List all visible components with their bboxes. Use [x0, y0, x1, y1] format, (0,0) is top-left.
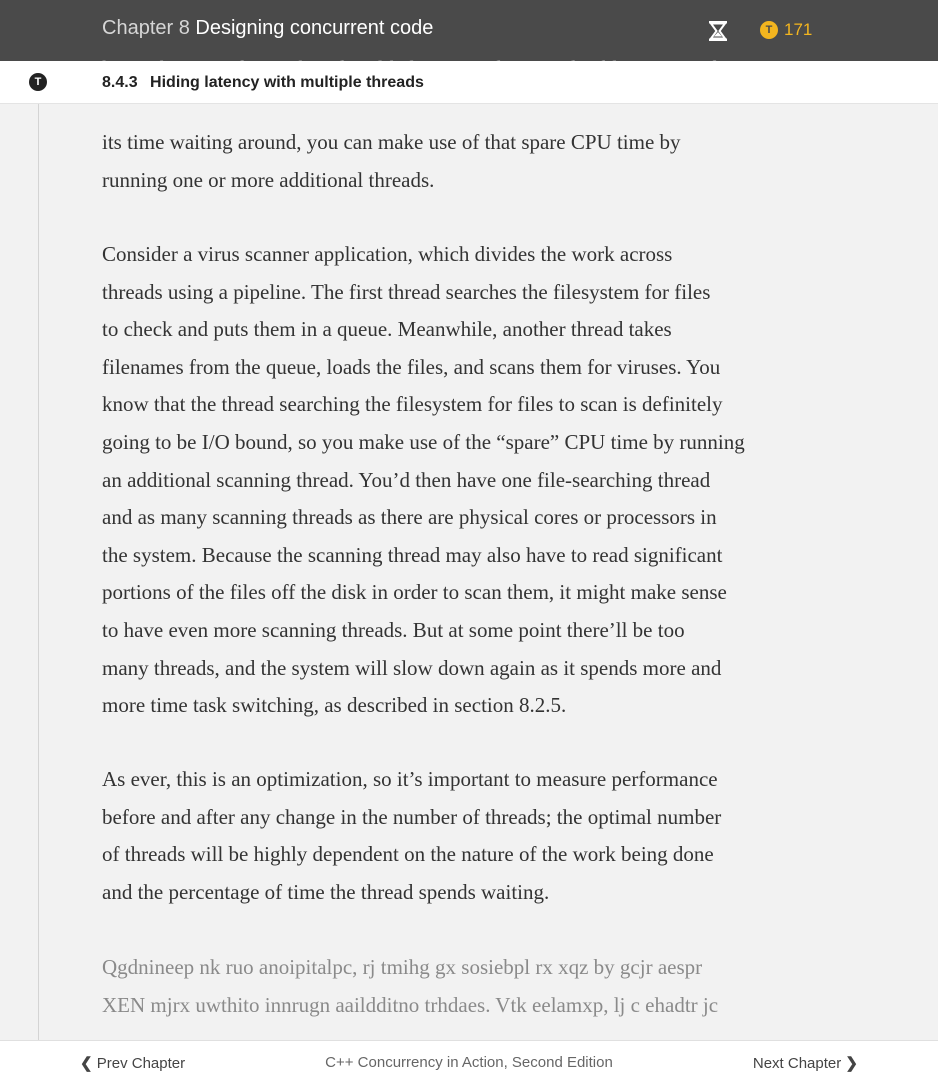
section-bar: T 8.4.3 Hiding latency with multiple thr… — [0, 61, 938, 104]
paragraph: As ever, this is an optimization, so it’… — [102, 767, 722, 904]
section-number: 8.4.3 — [102, 74, 138, 91]
section-heading: 8.4.3 Hiding latency with multiple threa… — [102, 74, 424, 92]
prev-chapter-label: Prev Chapter — [96, 1055, 186, 1072]
next-chapter-link[interactable]: Next Chapter ❯ — [753, 1054, 858, 1072]
section-icon[interactable]: T — [29, 73, 47, 91]
reading-content: know that one of your threads is likely … — [102, 0, 842, 1080]
chevron-left-icon: ❮ — [80, 1055, 93, 1072]
prev-chapter-link[interactable]: ❮ Prev Chapter — [80, 1054, 185, 1072]
content-divider — [38, 103, 39, 1040]
bottom-bar: C++ Concurrency in Action, Second Editio… — [0, 1040, 938, 1081]
paragraph: Consider a virus scanner application, wh… — [102, 242, 745, 718]
chevron-right-icon: ❯ — [845, 1055, 858, 1072]
scrambled-paragraph: Qgdnineep nk ruo anoipitalpc, rj tmihg g… — [102, 955, 719, 1017]
next-chapter-label: Next Chapter — [752, 1055, 842, 1072]
section-title: Hiding latency with multiple threads — [150, 74, 424, 91]
paragraph: its time waiting around, you can make us… — [102, 130, 681, 192]
